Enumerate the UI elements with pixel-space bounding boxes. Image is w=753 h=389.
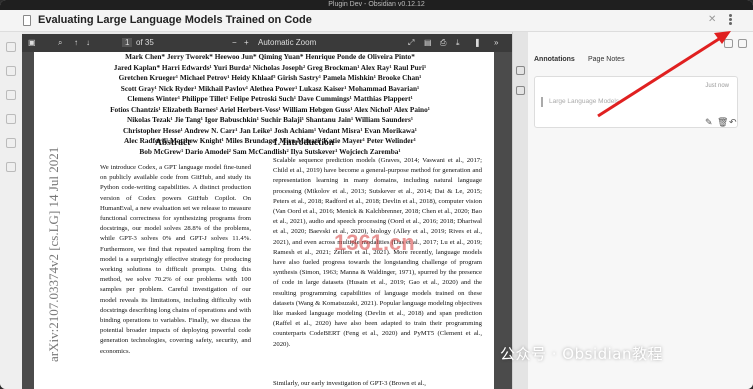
author-line: Nikolas Tezak¹ Jie Tang¹ Igor Babuschkin… bbox=[126, 115, 414, 124]
app-window: Plugin Dev - Obsidian v0.12.12 Evaluatin… bbox=[0, 0, 753, 389]
annotation-icon[interactable] bbox=[516, 66, 525, 75]
quote-bar bbox=[541, 97, 543, 107]
more-options-icon[interactable] bbox=[729, 13, 733, 27]
arxiv-stamp: arXiv:2107.03374v2 [cs.LG] 14 Jul 2021 bbox=[46, 146, 61, 362]
sidebar-strip bbox=[512, 32, 528, 389]
template-icon[interactable] bbox=[6, 162, 16, 172]
next-page-icon[interactable]: ↓ bbox=[86, 38, 90, 47]
close-sidebar-icon[interactable] bbox=[724, 39, 733, 48]
tab-title[interactable]: Evaluating Large Language Models Trained… bbox=[38, 14, 312, 26]
tab-annotations[interactable]: Annotations bbox=[534, 56, 575, 63]
sidebar-menu-icon[interactable] bbox=[738, 39, 747, 48]
window-titlebar: Plugin Dev - Obsidian v0.12.12 bbox=[0, 0, 753, 10]
annotation-sidebar: Annotations Page Notes Just now Large La… bbox=[528, 32, 753, 389]
calendar-icon[interactable] bbox=[6, 138, 16, 148]
author-line: Alec Radford¹ Matthew Knight¹ Miles Brun… bbox=[124, 136, 416, 145]
sidebar-tabs: Annotations Page Notes bbox=[528, 54, 753, 68]
search-icon[interactable] bbox=[6, 66, 16, 76]
author-line: Gretchen Krueger¹ Michael Petrov¹ Heidy … bbox=[118, 73, 422, 82]
close-icon[interactable]: ✕ bbox=[708, 14, 716, 25]
document-icon bbox=[23, 15, 31, 26]
zoom-in-icon[interactable]: + bbox=[244, 38, 249, 47]
author-line: Jared Kaplan* Harri Edwards¹ Yuri Burda¹… bbox=[113, 62, 427, 72]
page-number-input[interactable]: 1 bbox=[122, 38, 133, 47]
previous-page-icon[interactable]: ↑ bbox=[74, 38, 78, 47]
site-watermark: 1361.cn bbox=[334, 230, 415, 255]
graph-icon[interactable] bbox=[6, 90, 16, 100]
annotation-quote: Large Language Models bbox=[549, 98, 620, 105]
introduction-text-continued: Similarly, our early investigation of GP… bbox=[273, 380, 426, 387]
edit-icon[interactable]: ✎ bbox=[705, 117, 713, 128]
reply-icon[interactable]: ↶ bbox=[729, 117, 737, 128]
fullscreen-icon[interactable]: ⤢ bbox=[408, 38, 414, 48]
delete-icon[interactable]: 🗑 bbox=[717, 117, 728, 128]
zoom-out-icon[interactable]: − bbox=[232, 38, 237, 47]
paper-authors: Mark Chen* Jerry Tworek* Heewoo Jun* Qim… bbox=[90, 52, 450, 157]
zoom-select[interactable]: Automatic Zoom bbox=[258, 38, 316, 47]
open-file-icon[interactable]: ▤ bbox=[424, 38, 432, 47]
introduction-heading: 1. Introduction bbox=[273, 138, 335, 148]
author-line: Fotios Chantzis¹ Elizabeth Barnes¹ Ariel… bbox=[110, 104, 430, 114]
print-icon[interactable]: ⎙ bbox=[440, 38, 446, 48]
author-line: Mark Chen* Jerry Tworek* Heewoo Jun* Qim… bbox=[125, 52, 415, 61]
search-icon[interactable]: ⌕ bbox=[58, 38, 62, 48]
files-icon[interactable] bbox=[6, 42, 16, 52]
left-ribbon bbox=[0, 32, 22, 389]
window-title: Plugin Dev - Obsidian v0.12.12 bbox=[328, 1, 425, 8]
page-notes-icon[interactable] bbox=[516, 86, 525, 95]
author-line: Clemens Winter¹ Philippe Tillet¹ Felipe … bbox=[127, 94, 413, 103]
author-line: Scott Gray¹ Nick Ryder¹ Mikhail Pavlov¹ … bbox=[120, 83, 420, 93]
annotation-card[interactable]: Just now Large Language Models ✎ 🗑 ↶ bbox=[534, 76, 738, 128]
abstract-text: We introduce Codex, a GPT language model… bbox=[100, 164, 251, 355]
pdf-viewer[interactable]: Mark Chen* Jerry Tworek* Heewoo Jun* Qim… bbox=[22, 52, 512, 389]
tools-icon[interactable]: » bbox=[494, 38, 498, 47]
page-total: of 35 bbox=[136, 38, 154, 47]
abstract-heading: Abstract bbox=[155, 138, 191, 148]
tab-header: Evaluating Large Language Models Trained… bbox=[0, 10, 753, 32]
tab-page-notes[interactable]: Page Notes bbox=[588, 56, 625, 63]
bookmark-icon[interactable]: ❚ bbox=[474, 38, 481, 47]
wechat-caption: 公众号 · Obsidian教程 bbox=[500, 345, 664, 363]
pdf-toolbar: ▣ ⌕ ↑ ↓ 1 of 35 − + Automatic Zoom ⤢ ▤ ⎙… bbox=[22, 34, 512, 52]
pdf-page: Mark Chen* Jerry Tworek* Heewoo Jun* Qim… bbox=[34, 52, 494, 389]
sidebar-toggle-icon[interactable]: ▣ bbox=[28, 38, 36, 47]
sidebar-header bbox=[528, 32, 753, 54]
tag-icon[interactable] bbox=[6, 114, 16, 124]
download-icon[interactable]: ⤓ bbox=[456, 38, 460, 48]
annotation-time: Just now bbox=[705, 83, 729, 89]
author-line: Christopher Hesse¹ Andrew N. Carr¹ Jan L… bbox=[123, 125, 417, 135]
